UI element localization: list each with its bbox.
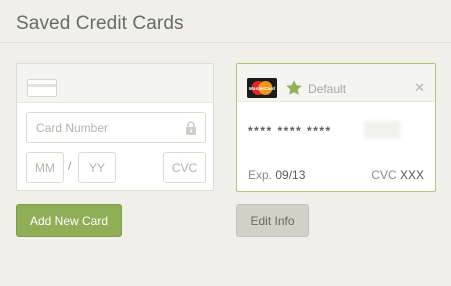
expiry-year-placeholder: YY: [88, 160, 105, 175]
card-expiry: Exp. 09/13: [248, 168, 305, 182]
expiry-year-input[interactable]: YY: [78, 152, 116, 183]
expiry-separator: /: [68, 159, 72, 173]
cvc-label: CVC: [371, 168, 397, 182]
mastercard-logo-text: MasterCard: [249, 86, 276, 92]
saved-card-header: MasterCard Default ✕: [237, 64, 435, 102]
card-cvc: CVC XXX: [371, 168, 424, 182]
expiry-month-placeholder: MM: [35, 160, 55, 175]
saved-card[interactable]: MasterCard Default ✕ **** **** **** Exp.…: [236, 63, 436, 192]
edit-info-button[interactable]: Edit Info: [236, 204, 309, 237]
mastercard-logo-icon: MasterCard: [247, 78, 277, 98]
expiry-month-input[interactable]: MM: [26, 152, 64, 183]
new-card-form: Card Number MM / YY CVC: [16, 63, 214, 191]
page-title: Saved Credit Cards: [16, 13, 184, 34]
expiry-label: Exp.: [248, 168, 273, 182]
default-label: Default: [308, 82, 347, 96]
add-new-card-button[interactable]: Add New Card: [16, 204, 122, 237]
credit-card-icon: [27, 79, 57, 97]
card-number-input[interactable]: Card Number: [26, 112, 206, 143]
blurred-card-digits: [364, 121, 401, 139]
expiry-value: 09/13: [275, 168, 306, 182]
cvc-placeholder: CVC: [171, 160, 198, 175]
cvc-input[interactable]: CVC: [163, 152, 206, 183]
masked-card-number: **** **** ****: [248, 124, 332, 138]
card-number-placeholder: Card Number: [36, 120, 109, 135]
cvc-value: XXX: [399, 168, 424, 182]
star-icon[interactable]: [285, 79, 303, 97]
close-icon[interactable]: ✕: [414, 81, 425, 94]
new-card-header: [17, 64, 213, 103]
lock-icon: [186, 121, 196, 135]
title-divider: [0, 42, 451, 43]
